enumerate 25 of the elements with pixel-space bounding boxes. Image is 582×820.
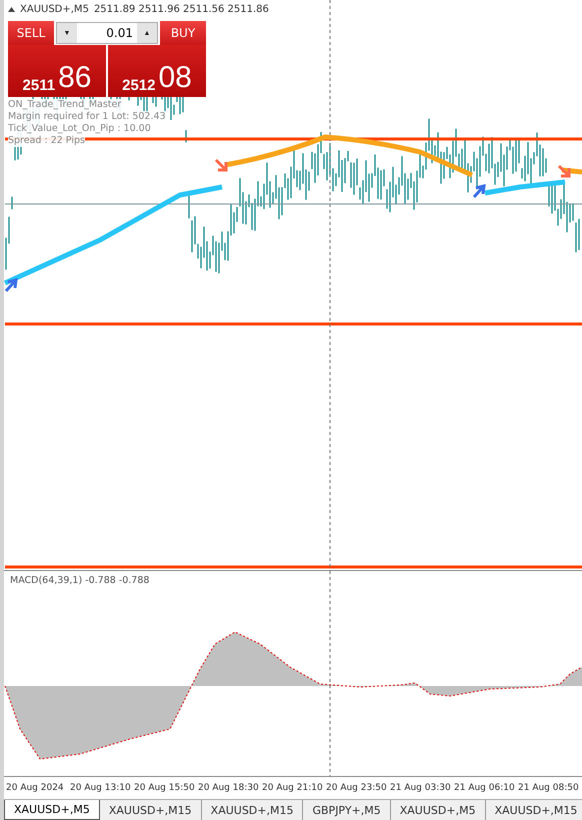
indicator-label: MACD(64,39,1) -0.788 -0.788 — [10, 574, 150, 586]
price-quotes: 2511.89 2511.96 2511.56 2511.86 — [94, 4, 269, 15]
time-label: 21 Aug 08:50 — [518, 783, 580, 794]
info-text: Spread : 22 Pips — [8, 135, 85, 147]
arrow-icon — [4, 278, 18, 292]
info-text: Margin required for 1 Lot: 502.43 — [8, 111, 166, 123]
info-text: ON_Trade_Trend_Master — [8, 99, 122, 111]
chart-tab[interactable]: XAUUSD+,M5 — [4, 800, 100, 820]
time-label: 20 Aug 2024 — [6, 783, 65, 794]
arrow-icon — [558, 164, 570, 178]
time-label: 20 Aug 23:50 — [326, 783, 388, 794]
trend-line — [562, 168, 582, 174]
arrow-icon — [214, 158, 228, 172]
sell-button[interactable]: SELL — [8, 21, 54, 45]
info-text: Tick_Value_Lot_On_Pip : 10.00 — [8, 123, 151, 135]
collapse-icon[interactable] — [8, 7, 15, 12]
time-label: 20 Aug 21:10 — [262, 783, 324, 794]
time-label: 20 Aug 18:30 — [198, 783, 260, 794]
time-label: 20 Aug 13:10 — [70, 783, 132, 794]
time-label: 21 Aug 03:30 — [390, 783, 452, 794]
time-label: 20 Aug 15:50 — [134, 783, 196, 794]
arrow-icon — [472, 184, 486, 198]
buy-button[interactable]: BUY — [160, 21, 206, 45]
time-label: 21 Aug 06:10 — [454, 783, 516, 794]
symbol-title: XAUUSD+,M5 — [20, 4, 89, 15]
